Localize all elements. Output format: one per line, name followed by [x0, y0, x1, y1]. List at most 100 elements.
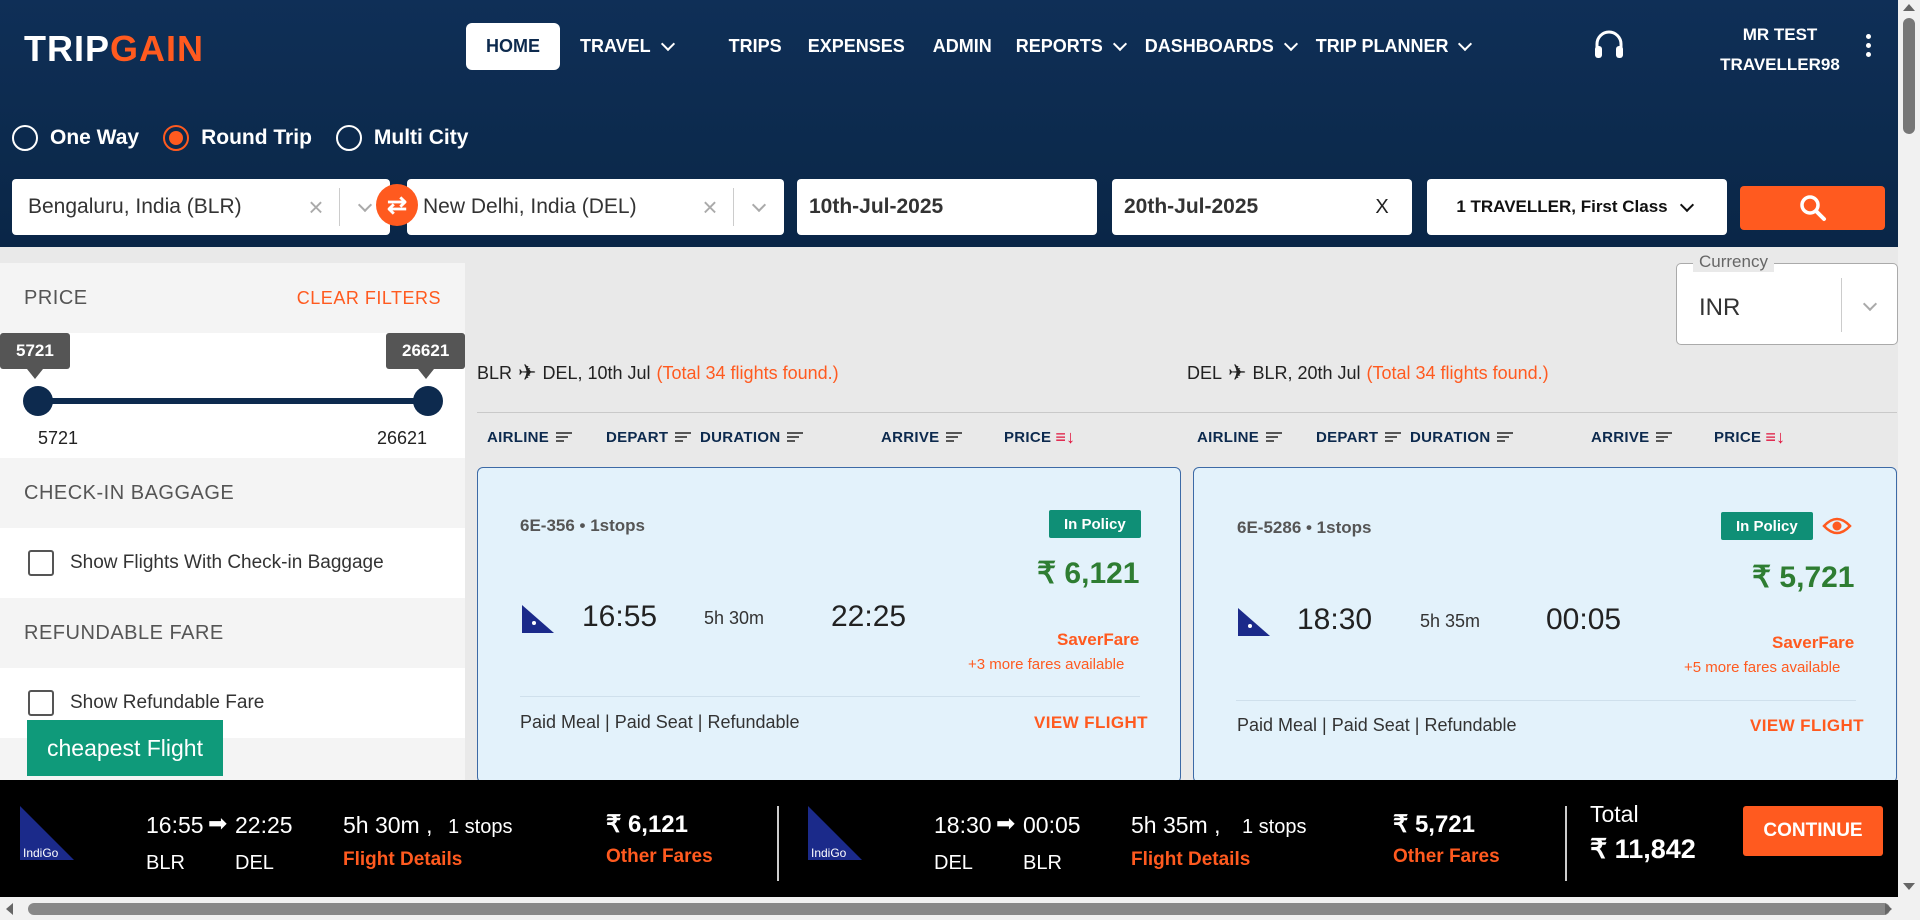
cheapest-flight-button[interactable]: cheapest Flight	[27, 720, 223, 776]
nav-admin[interactable]: ADMIN	[919, 23, 1004, 70]
price-min-label: 5721	[38, 428, 79, 448]
clear-from-icon[interactable]: ×	[293, 192, 339, 223]
vertical-scrollbar[interactable]	[1898, 0, 1920, 897]
clear-return-date-button[interactable]: X	[1352, 196, 1412, 219]
sort-duration[interactable]: DURATION	[700, 429, 804, 446]
arrow-right-icon: ➡	[208, 810, 228, 836]
summary-ret-flight-details-link[interactable]: Flight Details	[1131, 849, 1250, 871]
return-flight-card[interactable]: 6E-5286 • 1stops In Policy ₹ 5,721 18:30…	[1193, 467, 1897, 783]
sort-airline[interactable]: AIRLINE	[487, 429, 573, 446]
nav-reports[interactable]: REPORTS	[1004, 23, 1137, 70]
view-flight-link[interactable]: VIEW FLIGHT	[1034, 713, 1148, 733]
to-dropdown[interactable]	[734, 197, 784, 212]
depart-date-field[interactable]: 10th-Jul-2025	[797, 179, 1097, 235]
chevron-down-icon	[1862, 296, 1878, 312]
refundable-filter-header: REFUNDABLE FARE	[0, 598, 465, 668]
summary-out-price: ₹ 6,121	[606, 811, 688, 838]
sort-desc-icon: ≡↓	[1055, 426, 1076, 447]
header: TRIPGAIN HOME TRAVEL TRIPS EXPENSES ADMI…	[0, 0, 1898, 247]
radio-round-trip[interactable]: Round Trip	[163, 125, 312, 151]
flight-features: Paid Meal | Paid Seat | Refundable	[520, 712, 800, 732]
return-route-from: DEL	[1187, 362, 1223, 383]
from-field[interactable]: Bengaluru, India (BLR) ×	[12, 179, 390, 235]
more-fares-link[interactable]: +3 more fares available	[968, 656, 1124, 673]
nav-trip-planner[interactable]: TRIP PLANNER	[1308, 23, 1497, 70]
clear-to-icon[interactable]: ×	[687, 192, 733, 223]
user-menu[interactable]: MR TEST TRAVELLER98	[1700, 20, 1860, 80]
radio-multi-city[interactable]: Multi City	[335, 125, 468, 151]
scroll-up-icon[interactable]	[1903, 4, 1915, 11]
slider-max-handle[interactable]	[413, 386, 443, 416]
nav-trip-planner-label: TRIP PLANNER	[1315, 36, 1449, 56]
arrive-time: 22:25	[831, 600, 907, 633]
summary-ret-other-fares-link[interactable]: Other Fares	[1393, 846, 1500, 868]
baggage-checkbox-row[interactable]: Show Flights With Check-in Baggage	[0, 528, 465, 598]
summary-ret-from: DEL	[934, 852, 973, 874]
currency-select[interactable]: Currency INR	[1676, 252, 1898, 345]
sort-airline[interactable]: AIRLINE	[1197, 429, 1283, 446]
vertical-scroll-thumb[interactable]	[1903, 18, 1915, 134]
scroll-right-icon[interactable]	[1885, 903, 1892, 915]
baggage-filter-header: CHECK-IN BAGGAGE	[0, 458, 465, 528]
to-value: New Delhi, India (DEL)	[423, 195, 637, 218]
summary-out-other-fares-link[interactable]: Other Fares	[606, 846, 713, 868]
swap-icon[interactable]: ⇄	[376, 184, 418, 226]
nav-travel[interactable]: TRAVEL	[560, 23, 699, 70]
nav-home[interactable]: HOME	[466, 23, 560, 70]
sort-depart[interactable]: DEPART	[1316, 428, 1402, 446]
sort-icon	[1656, 432, 1673, 442]
nav-admin-label: ADMIN	[932, 36, 992, 56]
slider-min-handle[interactable]	[23, 386, 53, 416]
refundable-checkbox[interactable]	[28, 690, 54, 716]
summary-out-flight-details-link[interactable]: Flight Details	[343, 849, 462, 871]
clear-filters-link[interactable]: CLEAR FILTERS	[297, 288, 441, 309]
divider	[1236, 700, 1856, 701]
brand-gain: GAIN	[110, 28, 205, 69]
to-field[interactable]: New Delhi, India (DEL) ×	[407, 179, 784, 235]
indigo-logo-text: IndiGo	[23, 846, 59, 860]
baggage-checkbox[interactable]	[28, 550, 54, 576]
continue-button[interactable]: CONTINUE	[1743, 806, 1883, 856]
headset-icon[interactable]	[1592, 28, 1626, 62]
sort-arrive[interactable]: ARRIVE	[881, 429, 963, 446]
sort-duration[interactable]: DURATION	[1410, 429, 1514, 446]
total-price: ₹ 11,842	[1590, 834, 1696, 864]
return-date-field[interactable]: 20th-Jul-2025 X	[1112, 179, 1412, 235]
flight-price: ₹ 5,721	[1752, 561, 1855, 594]
outbound-flight-card[interactable]: 6E-356 • 1stops In Policy ₹ 6,121 16:55 …	[477, 467, 1181, 783]
horizontal-scroll-thumb[interactable]	[28, 903, 1890, 915]
summary-ret-duration: 5h 35m ,	[1131, 812, 1221, 838]
flight-price: ₹ 6,121	[1037, 557, 1140, 590]
divider	[477, 412, 1897, 413]
sort-price[interactable]: PRICE ≡↓	[1004, 427, 1075, 448]
divider	[520, 696, 1140, 697]
baggage-filter-title: CHECK-IN BAGGAGE	[24, 481, 235, 504]
sort-depart[interactable]: DEPART	[606, 428, 692, 446]
sort-icon	[787, 432, 804, 442]
kebab-menu-icon[interactable]	[1866, 34, 1874, 57]
plane-icon: ✈	[1228, 360, 1247, 385]
divider	[777, 806, 779, 881]
brand-logo[interactable]: TRIPGAIN	[24, 28, 204, 70]
sort-price[interactable]: PRICE ≡↓	[1714, 427, 1785, 448]
currency-dropdown[interactable]	[1859, 296, 1881, 314]
sort-depart-label: DEPART	[1316, 428, 1379, 446]
flight-duration: 5h 35m	[1420, 611, 1481, 631]
nav-trips[interactable]: TRIPS	[709, 23, 802, 70]
sort-arrive-label: ARRIVE	[1591, 428, 1650, 446]
more-fares-link[interactable]: +5 more fares available	[1684, 659, 1840, 676]
sort-depart-label: DEPART	[606, 428, 669, 446]
sort-arrive[interactable]: ARRIVE	[1591, 428, 1673, 446]
traveller-class-select[interactable]: 1 TRAVELLER, First Class	[1427, 179, 1727, 235]
radio-one-way[interactable]: One Way	[12, 125, 139, 151]
user-name-line2: TRAVELLER98	[1720, 55, 1840, 74]
view-flight-link[interactable]: VIEW FLIGHT	[1750, 716, 1864, 736]
nav-expenses[interactable]: EXPENSES	[802, 23, 919, 70]
nav-dashboards[interactable]: DASHBOARDS	[1137, 23, 1308, 70]
scroll-left-icon[interactable]	[6, 903, 13, 915]
summary-ret-to: BLR	[1023, 852, 1062, 874]
scroll-down-icon[interactable]	[1903, 883, 1915, 890]
indigo-logo-icon	[522, 605, 554, 633]
eye-icon[interactable]	[1822, 516, 1852, 536]
search-button[interactable]	[1740, 186, 1885, 230]
